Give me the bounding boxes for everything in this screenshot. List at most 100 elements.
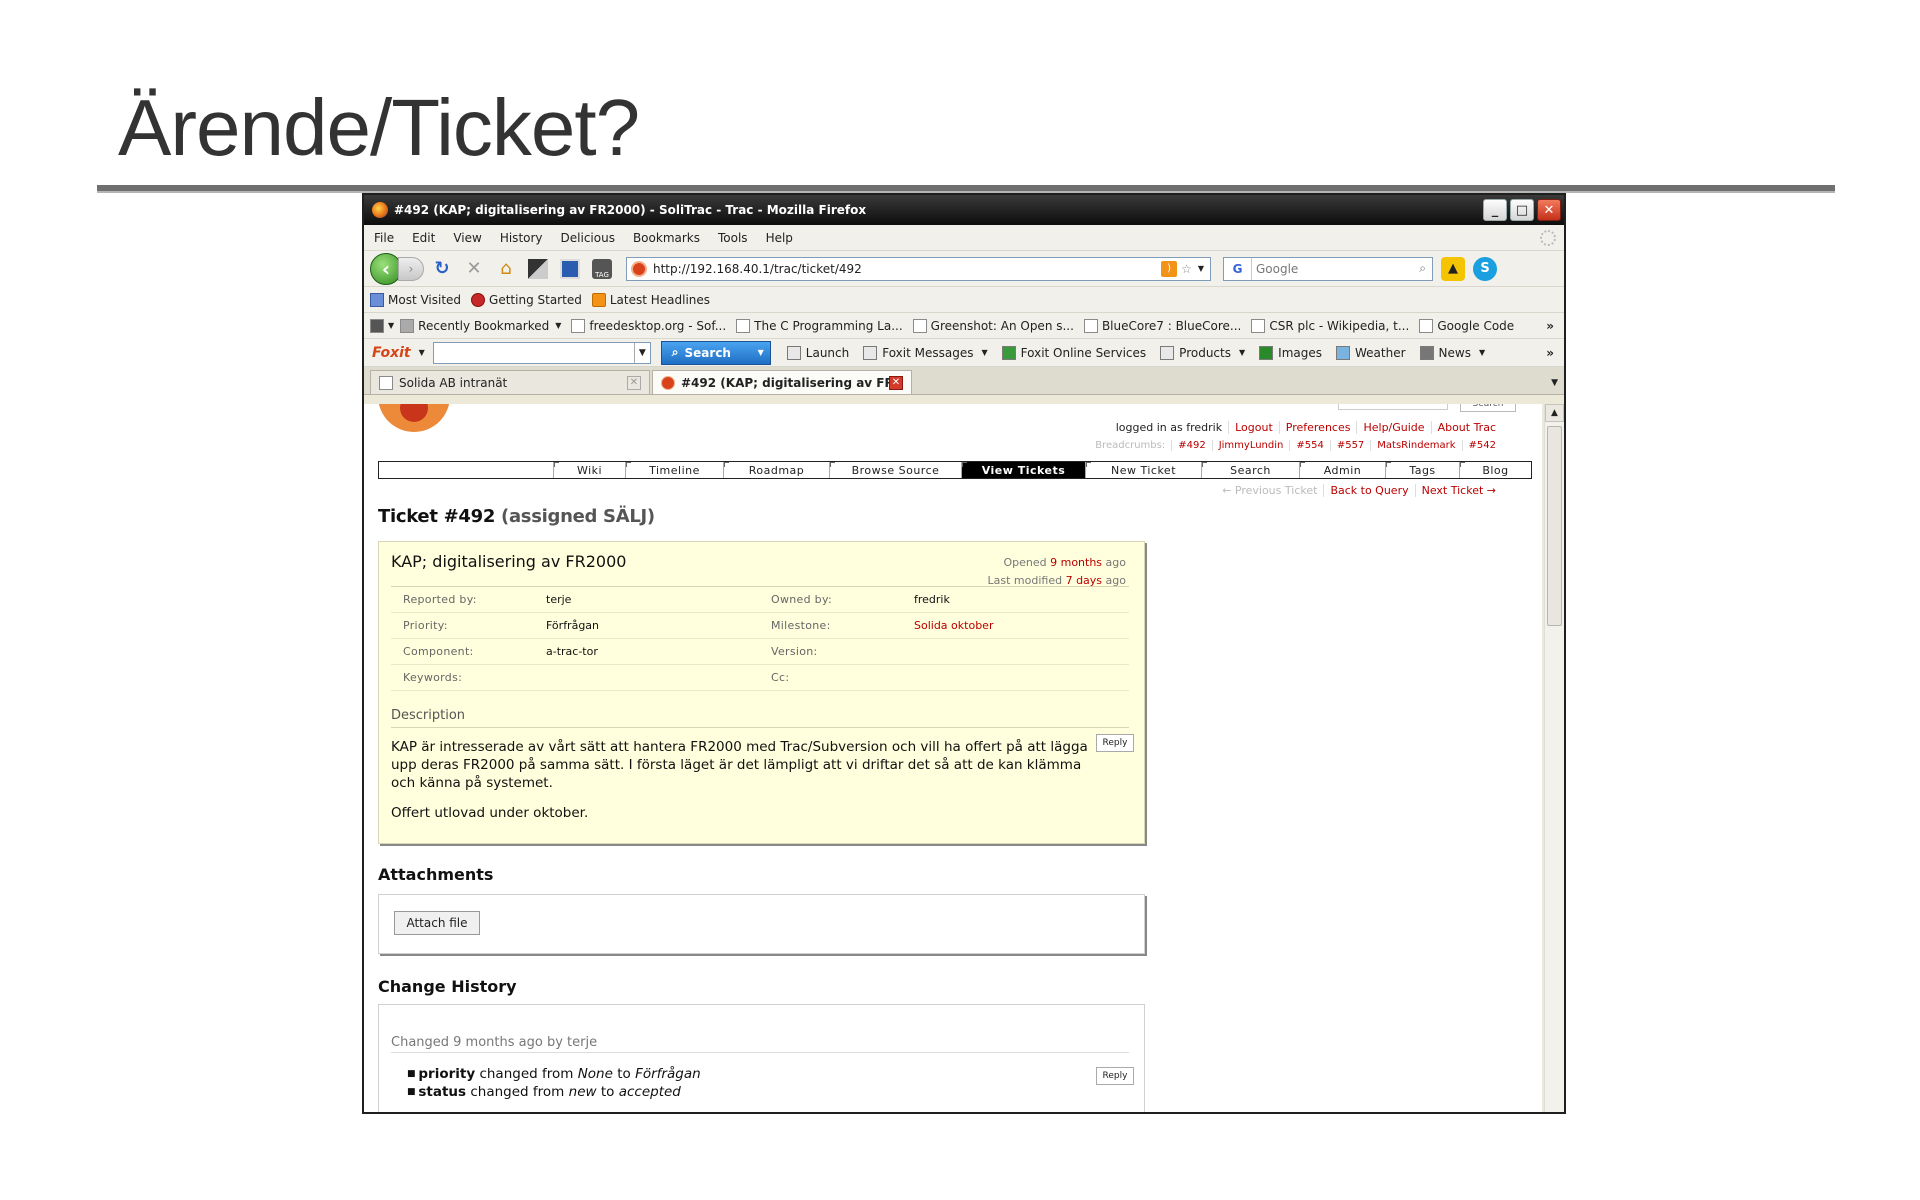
help-guide-link[interactable]: Help/Guide bbox=[1356, 421, 1430, 434]
nav-browse-source[interactable]: Browse Source bbox=[829, 462, 961, 478]
preferences-link[interactable]: Preferences bbox=[1278, 421, 1357, 434]
skype-icon[interactable]: S bbox=[1473, 256, 1497, 281]
attach-file-button[interactable]: Attach file bbox=[394, 911, 480, 935]
logout-link[interactable]: Logout bbox=[1228, 421, 1279, 434]
bookmark-google-code[interactable]: Google Code bbox=[1419, 318, 1514, 333]
scroll-up-icon[interactable]: ▲ bbox=[1545, 404, 1564, 422]
about-trac-link[interactable]: About Trac bbox=[1430, 421, 1502, 434]
url-dropdown-icon[interactable]: ▼ bbox=[1198, 264, 1204, 273]
getting-started-icon bbox=[471, 292, 486, 307]
url-text: http://192.168.40.1/trac/ticket/492 bbox=[653, 261, 862, 276]
close-button[interactable]: ✕ bbox=[1537, 199, 1561, 221]
bookmark-getting-started[interactable]: Getting Started bbox=[471, 292, 582, 307]
reply-button[interactable]: Reply bbox=[1096, 734, 1134, 752]
search-engine-icon[interactable]: G bbox=[1224, 257, 1252, 280]
breadcrumb-link[interactable]: #557 bbox=[1329, 440, 1370, 451]
menu-edit[interactable]: Edit bbox=[412, 231, 435, 245]
foxit-search-button[interactable]: ⌕ Search ▼ bbox=[660, 340, 771, 365]
breadcrumb-link[interactable]: #554 bbox=[1289, 440, 1329, 451]
tab-list-icon[interactable]: ▼ bbox=[1551, 378, 1558, 388]
bookmark-greenshot[interactable]: Greenshot: An Open s... bbox=[912, 318, 1074, 333]
bookmark-recently-bookmarked[interactable]: ▼ Recently Bookmarked ▼ bbox=[370, 318, 561, 333]
tab-ticket-492[interactable]: #492 (KAP; digitalisering av FR20... ✕ bbox=[652, 370, 912, 394]
foxit-weather[interactable]: Weather bbox=[1336, 345, 1406, 360]
trac-search-input[interactable] bbox=[1338, 404, 1448, 410]
menu-help[interactable]: Help bbox=[766, 231, 793, 245]
more-bookmarks-icon[interactable]: » bbox=[1546, 319, 1554, 333]
foxit-online-services[interactable]: Foxit Online Services bbox=[1001, 345, 1146, 360]
tag-icon[interactable]: TAG bbox=[588, 255, 616, 283]
page-icon bbox=[1083, 318, 1098, 333]
nav-new-ticket[interactable]: New Ticket bbox=[1085, 462, 1201, 478]
reload-icon[interactable]: ↻ bbox=[428, 255, 456, 283]
trac-search-button[interactable]: Search bbox=[1460, 404, 1516, 412]
menu-file[interactable]: File bbox=[374, 231, 394, 245]
change-history-box: Changed 9 months ago by terje Reply prio… bbox=[378, 1004, 1145, 1112]
rss-feed-icon[interactable]: ) bbox=[1161, 260, 1178, 277]
foxit-news[interactable]: News ▼ bbox=[1419, 345, 1485, 360]
chevron-down-icon[interactable]: ▼ bbox=[633, 342, 650, 363]
home-icon[interactable]: ⌂ bbox=[492, 255, 520, 283]
trac-logo[interactable] bbox=[378, 404, 450, 432]
foxit-messages[interactable]: Foxit Messages ▼ bbox=[863, 345, 988, 360]
foxit-search-input[interactable]: ▼ bbox=[432, 341, 651, 364]
nav-wiki[interactable]: Wiki bbox=[553, 462, 625, 478]
nav-admin[interactable]: Admin bbox=[1299, 462, 1385, 478]
description-divider bbox=[391, 727, 1129, 728]
bookmark-csr[interactable]: CSR plc - Wikipedia, t... bbox=[1251, 318, 1409, 333]
breadcrumb-link[interactable]: #542 bbox=[1461, 440, 1502, 451]
bookmark-bluecore[interactable]: BlueCore7 : BlueCore... bbox=[1083, 318, 1241, 333]
foxit-launch[interactable]: Launch bbox=[786, 345, 849, 360]
breadcrumb-link[interactable]: MatsRindemark bbox=[1370, 440, 1461, 451]
milestone-link[interactable]: Solida oktober bbox=[914, 619, 1127, 632]
nav-roadmap[interactable]: Roadmap bbox=[723, 462, 829, 478]
warning-addon-icon[interactable]: ▲ bbox=[1441, 256, 1465, 281]
menu-delicious[interactable]: Delicious bbox=[561, 231, 615, 245]
web-search-box[interactable]: G Google ⌕ bbox=[1223, 256, 1433, 281]
nav-search[interactable]: Search bbox=[1201, 462, 1299, 478]
nav-blog[interactable]: Blog bbox=[1459, 462, 1531, 478]
reply-button[interactable]: Reply bbox=[1096, 1067, 1134, 1085]
page-content: Search logged in as fredrik Logout Prefe… bbox=[364, 404, 1542, 1112]
foxit-images[interactable]: Images bbox=[1259, 345, 1322, 360]
bookmark-panel-icon[interactable] bbox=[556, 255, 584, 283]
breadcrumb-link[interactable]: JimmyLundin bbox=[1211, 440, 1290, 451]
bookmark-most-visited[interactable]: Most Visited bbox=[370, 292, 461, 307]
previous-ticket-link[interactable]: ← Previous Ticket bbox=[1216, 484, 1323, 497]
bookmark-freedesktop[interactable]: freedesktop.org - Sof... bbox=[571, 318, 726, 333]
nav-view-tickets[interactable]: View Tickets bbox=[961, 462, 1085, 478]
scroll-thumb[interactable] bbox=[1547, 426, 1562, 626]
addon-icon[interactable] bbox=[524, 255, 552, 283]
breadcrumb-link[interactable]: #492 bbox=[1171, 440, 1211, 451]
vertical-scrollbar[interactable]: ▲ bbox=[1544, 404, 1564, 1112]
foxit-logo[interactable]: Foxit bbox=[372, 345, 411, 361]
minimize-button[interactable]: _ bbox=[1483, 199, 1507, 221]
window-titlebar[interactable]: #492 (KAP; digitalisering av FR2000) - S… bbox=[364, 195, 1564, 225]
stop-icon[interactable]: ✕ bbox=[460, 255, 488, 283]
address-bar[interactable]: http://192.168.40.1/trac/ticket/492 ) ☆ … bbox=[626, 256, 1211, 281]
page-icon bbox=[1251, 318, 1266, 333]
bookmark-latest-headlines[interactable]: Latest Headlines bbox=[591, 292, 710, 307]
menu-bookmarks[interactable]: Bookmarks bbox=[633, 231, 700, 245]
list-item: priority changed from None to Förfrågan bbox=[407, 1065, 700, 1083]
nav-timeline[interactable]: Timeline bbox=[625, 462, 723, 478]
foxit-products[interactable]: Products ▼ bbox=[1160, 345, 1245, 360]
close-tab-icon[interactable]: ✕ bbox=[627, 375, 641, 390]
bookmark-c-programming[interactable]: The C Programming La... bbox=[736, 318, 903, 333]
menu-tools[interactable]: Tools bbox=[718, 231, 748, 245]
tab-solida-intranet[interactable]: Solida AB intranät ✕ bbox=[370, 370, 650, 394]
magnifier-icon[interactable]: ⌕ bbox=[1419, 261, 1426, 276]
forward-button[interactable]: › bbox=[398, 256, 424, 281]
nav-tags[interactable]: Tags bbox=[1385, 462, 1459, 478]
star-icon[interactable]: ☆ bbox=[1181, 262, 1192, 276]
close-tab-icon[interactable]: ✕ bbox=[889, 375, 903, 390]
menu-history[interactable]: History bbox=[500, 231, 543, 245]
magnifier-icon: ⌕ bbox=[671, 345, 679, 359]
back-to-query-link[interactable]: Back to Query bbox=[1323, 484, 1414, 497]
ticket-box: KAP; digitalisering av FR2000 Opened 9 m… bbox=[378, 541, 1145, 844]
opened-link[interactable]: 9 months bbox=[1050, 556, 1102, 569]
menu-view[interactable]: View bbox=[453, 231, 481, 245]
maximize-button[interactable]: □ bbox=[1510, 199, 1534, 221]
next-ticket-link[interactable]: Next Ticket → bbox=[1414, 484, 1502, 497]
more-foxit-icon[interactable]: » bbox=[1546, 346, 1554, 360]
